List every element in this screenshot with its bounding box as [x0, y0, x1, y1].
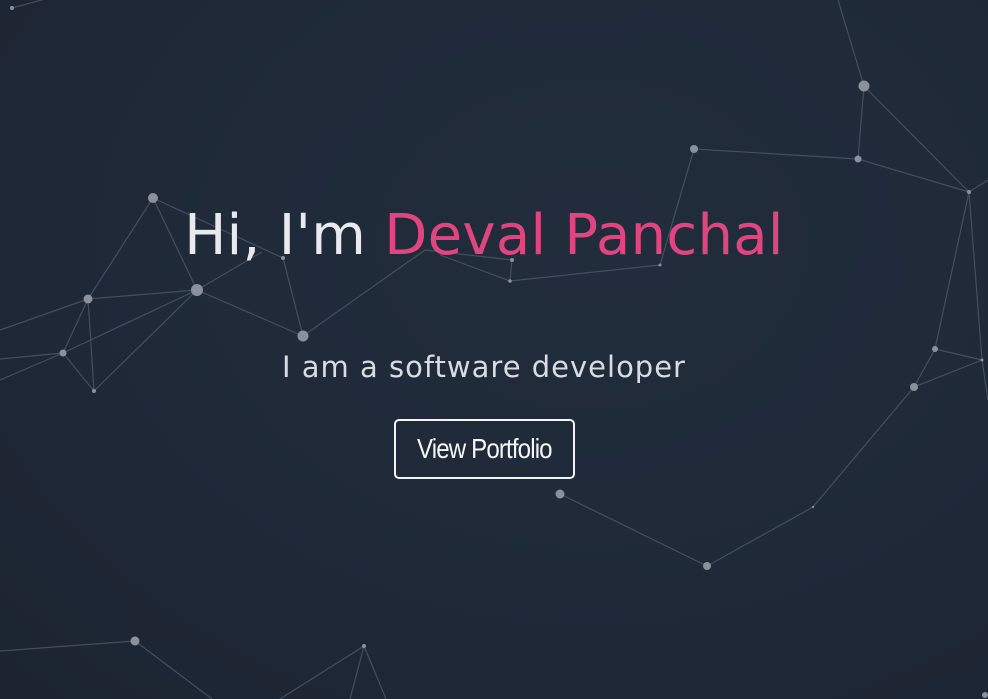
hero-section: Hi, I'm Deval Panchal I am a software de… [0, 0, 988, 699]
hero-greeting: Hi, I'm [184, 203, 367, 268]
view-portfolio-button[interactable]: View Portfolio [394, 419, 575, 479]
hero-subtitle: I am a software developer [282, 350, 686, 384]
view-portfolio-label: View Portfolio [417, 433, 553, 464]
hero-name: Deval Panchal [384, 203, 784, 268]
hero-headline: Hi, I'm Deval Panchal [0, 203, 968, 269]
